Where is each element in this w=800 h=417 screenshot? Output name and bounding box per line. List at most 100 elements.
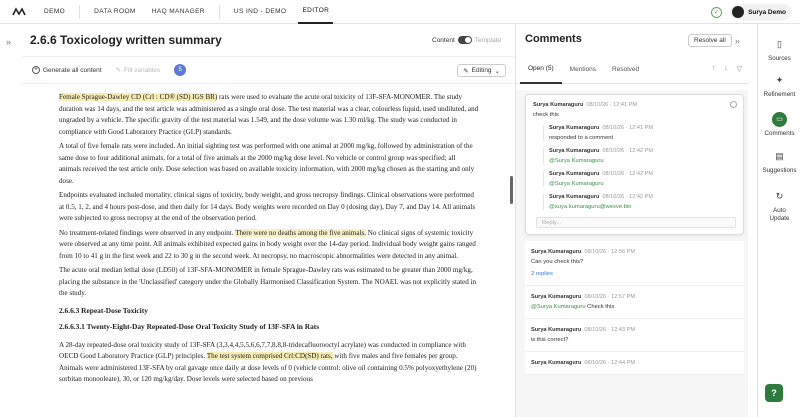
replies-link[interactable]: 2 replies: [531, 271, 738, 277]
comment-thread[interactable]: Surya Kumaraguru 08/10/26 · 12:43 PM is t…: [525, 319, 744, 352]
generate-all-button[interactable]: + Generate all content: [32, 66, 102, 74]
help-button[interactable]: ?: [765, 384, 783, 402]
comment-author: Surya Kumaraguru: [533, 102, 584, 108]
paragraph: Female Sprague-Dawley CD (Crl : CD® (SD)…: [59, 92, 479, 138]
highlighted-text[interactable]: Female Sprague-Dawley CD (Crl : CD® (SD)…: [59, 93, 218, 101]
content-template-toggle[interactable]: Content Template: [432, 36, 501, 44]
comment-time: 08/10/26 · 12:41 PM: [586, 102, 638, 108]
collapse-panel-icon[interactable]: »: [735, 36, 740, 46]
comment-author: Surya Kumaraguru: [531, 360, 582, 366]
reply-author: Surya Kumaraguru: [549, 194, 600, 200]
comment-author: Surya Kumaraguru: [531, 294, 582, 300]
mode-select[interactable]: ✎ Editing ⌄: [457, 64, 506, 77]
nav-editor[interactable]: EDITOR: [298, 0, 334, 24]
top-navbar: DEMO DATA ROOM HAQ MANAGER US IND - DEMO…: [0, 0, 800, 24]
reply-text: responded to a comment: [549, 135, 614, 141]
reply-mention[interactable]: @suya.kumaraguru@wesve.bio: [549, 204, 736, 210]
arrow-up-icon[interactable]: ↑: [712, 65, 716, 73]
nav-data-room[interactable]: DATA ROOM: [90, 0, 140, 24]
resolve-all-button[interactable]: Resolve all: [688, 34, 732, 47]
paragraph: A total of five female rats were include…: [59, 142, 475, 185]
comment-header: Surya Kumaraguru 08/10/26 · 12:41 PM: [533, 102, 736, 108]
user-menu[interactable]: Surya Demo: [730, 4, 792, 20]
rail-label: Refinement: [763, 91, 796, 98]
tab-open[interactable]: Open (5): [520, 56, 562, 84]
top-right-area: ✓ Surya Demo: [711, 4, 792, 20]
mode-label: Editing: [471, 67, 492, 74]
paragraph: No treatment-related findings were obser…: [59, 228, 479, 263]
fill-variables-button[interactable]: ✎ Fill variables: [115, 66, 161, 75]
reply-mention[interactable]: @Surya Kumaraguru: [549, 158, 736, 164]
avatar: [732, 6, 745, 18]
nav-us-ind-demo[interactable]: US IND - DEMO: [230, 0, 291, 24]
comment-time: 08/10/26 · 12:56 PM: [584, 249, 636, 255]
arrow-down-icon[interactable]: ↓: [724, 65, 728, 73]
comment-thread[interactable]: Surya Kumaraguru 08/10/26 · 12:57 PM @Sur…: [525, 286, 744, 319]
comment-mention[interactable]: @Surya Kumaraguru: [531, 304, 586, 310]
reply-input[interactable]: Reply...: [536, 217, 736, 228]
nav-divider: [218, 4, 220, 19]
rail-auto-update[interactable]: ↻ Auto Update: [758, 190, 800, 222]
comment-text: Can you check this?: [531, 259, 584, 265]
highlighted-text[interactable]: There were no deaths among the five anim…: [235, 228, 366, 237]
highlighted-text[interactable]: The test system comprised Crl:CD(SD) rat…: [206, 352, 333, 360]
reply-author: Surya Kumaraguru: [549, 171, 600, 177]
rail-sources[interactable]: ▯ Sources: [758, 38, 800, 63]
suggestions-icon: ▤: [775, 151, 784, 162]
chevron-down-icon: ⌄: [494, 67, 500, 75]
nav-haq-manager[interactable]: HAQ MANAGER: [148, 0, 209, 24]
editor-toolbar: + Generate all content ✎ Fill variables …: [22, 56, 514, 84]
page-title: 2.6.6 Toxicology written summary: [30, 33, 222, 47]
comment-thread[interactable]: Surya Kumaraguru 08/10/26 · 12:56 PM Can …: [525, 241, 744, 286]
comment-icon: ▭: [772, 112, 787, 127]
rail-comments[interactable]: ▭ Comments: [758, 112, 800, 138]
comment-thread-active[interactable]: Surya Kumaraguru 08/10/26 · 12:41 PM che…: [525, 94, 744, 235]
reply-mention[interactable]: @Surya Kumaraguru: [549, 181, 736, 187]
comment-thread[interactable]: Surya Kumaraguru 08/10/26 · 12:44 PM: [525, 352, 744, 375]
comment-time: 08/10/26 · 12:44 PM: [584, 360, 636, 366]
saved-check-icon: ✓: [711, 6, 723, 18]
filter-icon[interactable]: ▽: [737, 65, 742, 73]
rail-label: Comments: [764, 130, 795, 137]
section-heading: 2.6.6.3 Repeat-Dose Toxicity: [59, 305, 148, 315]
expand-left-icon[interactable]: »: [6, 37, 11, 47]
wand-icon: ✎: [115, 67, 121, 74]
rail-label: Auto Update: [769, 207, 790, 222]
logo-icon[interactable]: [12, 6, 26, 17]
sources-icon: ▯: [777, 39, 782, 50]
nav-divider: [79, 4, 81, 19]
toggle-switch[interactable]: [457, 36, 472, 44]
paragraph: A 28-day repeated-dose oral toxicity stu…: [59, 340, 479, 386]
rail-suggestions[interactable]: ▤ Suggestions: [758, 150, 800, 175]
nav-demo[interactable]: DEMO: [40, 0, 69, 24]
user-name: Surya Demo: [748, 8, 786, 16]
reply-time: 08/10/26 · 12:42 PM: [602, 171, 654, 177]
plus-circle-icon: +: [32, 66, 40, 74]
rail-label: Sources: [768, 55, 791, 62]
document-body[interactable]: Female Sprague-Dawley CD (Crl : CD® (SD)…: [59, 92, 479, 417]
tab-mentions[interactable]: Mentions: [562, 56, 604, 84]
comment-text: is this correct?: [531, 337, 569, 343]
reply-time: 08/10/26 · 12:41 PM: [602, 125, 654, 131]
paragraph: Endpoints evaluated included mortality, …: [59, 191, 476, 222]
comment-time: 08/10/26 · 12:57 PM: [584, 294, 636, 300]
right-rail: ▯ Sources ✦ Refinement ▭ Comments ▤ Sugg…: [757, 24, 800, 417]
comments-title: Comments: [525, 33, 582, 45]
comment-reply: Surya Kumaraguru 08/10/26 · 12:42 PM @Sur…: [543, 148, 736, 164]
comment-reply: Surya Kumaraguru 08/10/26 · 12:42 PM @suy…: [543, 194, 736, 210]
comments-tabs: Open (5) Mentions Resolved ↑ ↓ ▽: [516, 56, 748, 84]
toggle-template-label: Template: [474, 36, 502, 44]
resolve-circle-icon[interactable]: [730, 101, 737, 108]
comment-time: 08/10/26 · 12:43 PM: [584, 327, 636, 333]
rail-refinement[interactable]: ✦ Refinement: [758, 74, 800, 99]
comment-author: Surya Kumaraguru: [531, 249, 582, 255]
reply-author: Surya Kumaraguru: [549, 125, 600, 131]
variable-count-badge[interactable]: 5: [174, 64, 187, 76]
comment-author: Surya Kumaraguru: [531, 327, 582, 333]
paragraph-text: No treatment-related findings were obser…: [59, 228, 236, 237]
comment-text: check this: [533, 112, 559, 118]
edit-pen-icon: ✎: [463, 67, 469, 75]
editor-scrollbar[interactable]: [510, 176, 513, 204]
fill-variables-label: Fill variables: [124, 66, 161, 74]
tab-resolved[interactable]: Resolved: [604, 56, 647, 84]
